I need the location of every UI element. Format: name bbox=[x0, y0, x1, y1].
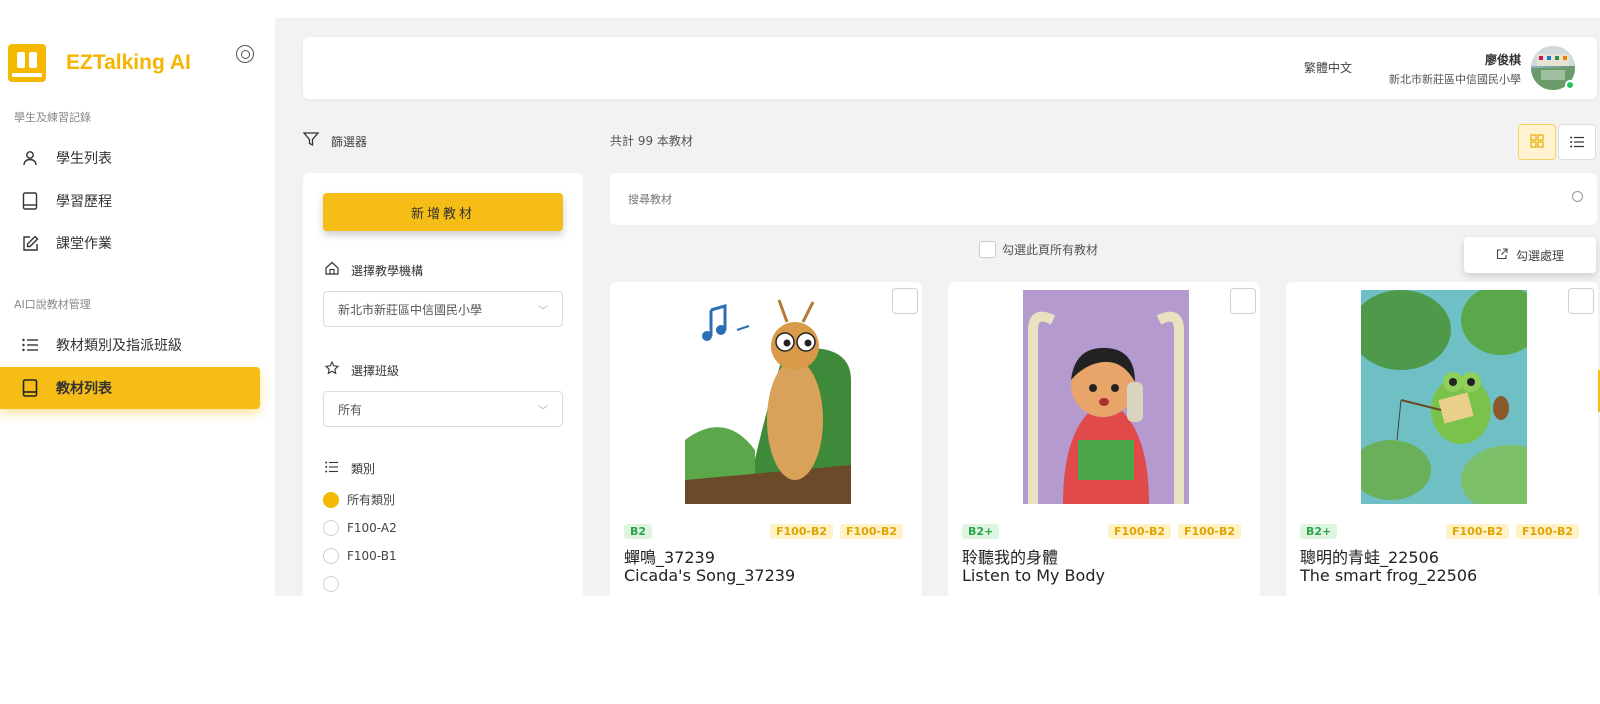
section-label-materials: AI口說教材管理 bbox=[14, 298, 91, 311]
grid-view-button[interactable] bbox=[1518, 124, 1556, 160]
list-icon bbox=[1569, 133, 1585, 152]
category-option-f100-a2[interactable]: F100-A2 bbox=[323, 520, 397, 536]
material-card[interactable]: B2 F100-B2 F100-B2 蟬鳴_37239 Cicada's Son… bbox=[610, 282, 922, 596]
section-label-students: 學生及練習記錄 bbox=[14, 111, 91, 124]
sidebar-item-label: 課堂作業 bbox=[56, 236, 112, 252]
filter-title-label: 篩選器 bbox=[331, 134, 368, 149]
category-badge: F100-B2 bbox=[770, 524, 834, 539]
language-selector[interactable]: 繁體中文 bbox=[1304, 59, 1352, 76]
card-subtitle: Listen to My Body bbox=[962, 566, 1105, 585]
external-link-icon bbox=[1496, 247, 1508, 263]
sidebar-item-label: 學習歷程 bbox=[56, 194, 112, 210]
sidebar-item-material-categories[interactable]: 教材類別及指派班級 bbox=[14, 327, 259, 363]
card-title: 蟬鳴_37239 bbox=[624, 548, 715, 567]
cicada-illustration bbox=[685, 290, 851, 504]
category-badge: F100-B2 bbox=[1108, 524, 1172, 539]
eztalking-logo-icon bbox=[8, 44, 46, 82]
level-badge: B2+ bbox=[962, 524, 1000, 539]
institution-select-value: 新北市新莊區中信國民小學 bbox=[338, 302, 483, 317]
category-option-label: F100-B1 bbox=[347, 549, 397, 563]
user-school: 新北市新莊區中信國民小學 bbox=[1389, 73, 1521, 86]
class-label: 選擇班級 bbox=[323, 360, 400, 379]
category-label: 類別 bbox=[323, 460, 375, 477]
book-icon bbox=[20, 191, 40, 211]
chevron-down-icon: ﹀ bbox=[538, 406, 548, 417]
sidebar-item-label: 學生列表 bbox=[56, 151, 112, 167]
edit-icon bbox=[20, 233, 40, 253]
app-window: EZTalking AI 學生及練習記錄 學生列表 學習歷程 課堂作業 AI口說… bbox=[0, 18, 1600, 596]
category-badge: F100-B2 bbox=[1446, 524, 1510, 539]
user-icon bbox=[20, 148, 40, 168]
book-icon bbox=[20, 378, 40, 398]
radio-selected[interactable] bbox=[323, 491, 339, 508]
frog-illustration bbox=[1361, 290, 1527, 504]
category-option-all[interactable]: 所有類別 bbox=[323, 491, 395, 508]
list-view-button[interactable] bbox=[1558, 124, 1596, 160]
user-name: 廖俊棋 bbox=[1484, 53, 1521, 67]
material-card[interactable]: B2+ F100-B2 F100-B2 聰明的青蛙_22506 The smar… bbox=[1286, 282, 1598, 596]
sidebar-item-learning-history[interactable]: 學習歷程 bbox=[14, 183, 259, 219]
star-icon bbox=[323, 360, 341, 379]
radio-unselected[interactable] bbox=[323, 576, 339, 592]
category-option-partial[interactable] bbox=[323, 576, 347, 592]
category-label-text: 類別 bbox=[351, 462, 376, 476]
category-option-f100-b1[interactable]: F100-B1 bbox=[323, 548, 397, 564]
list-icon bbox=[20, 335, 40, 355]
radio-unselected[interactable] bbox=[323, 548, 339, 564]
class-select-value: 所有 bbox=[338, 402, 363, 417]
batch-process-button[interactable]: 勾選處理 bbox=[1464, 237, 1596, 273]
online-status-dot bbox=[1565, 80, 1575, 90]
category-badge: F100-B2 bbox=[1516, 524, 1580, 539]
category-option-label: F100-A2 bbox=[347, 521, 397, 535]
card-title: 聰明的青蛙_22506 bbox=[1300, 548, 1439, 567]
top-header: 繁體中文 廖俊棋 新北市新莊區中信國民小學 bbox=[303, 37, 1597, 99]
radio-unselected[interactable] bbox=[323, 520, 339, 536]
category-badge: F100-B2 bbox=[840, 524, 904, 539]
add-material-button[interactable]: 新增教材 bbox=[323, 193, 563, 231]
search-bar[interactable] bbox=[610, 173, 1597, 225]
sidebar: EZTalking AI 學生及練習記錄 學生列表 學習歷程 課堂作業 AI口說… bbox=[0, 18, 275, 596]
select-all-checkbox[interactable] bbox=[979, 241, 996, 258]
filter-title: 篩選器 bbox=[302, 131, 368, 151]
brand[interactable]: EZTalking AI bbox=[8, 44, 191, 82]
sidebar-item-label: 教材列表 bbox=[56, 381, 112, 397]
level-badge: B2+ bbox=[1300, 524, 1338, 539]
card-subtitle: The smart frog_22506 bbox=[1300, 566, 1478, 585]
card-title: 聆聽我的身體 bbox=[962, 548, 1059, 567]
brand-name: EZTalking AI bbox=[66, 51, 191, 74]
search-icon[interactable] bbox=[1572, 191, 1583, 202]
sidebar-item-material-list[interactable]: 教材列表 bbox=[0, 367, 260, 409]
girl-listening-illustration bbox=[1023, 290, 1189, 504]
class-label-text: 選擇班級 bbox=[351, 363, 400, 378]
grid-icon bbox=[1530, 133, 1544, 152]
home-icon bbox=[323, 261, 341, 279]
category-option-label: 所有類別 bbox=[347, 493, 396, 507]
institution-label-text: 選擇教學機構 bbox=[351, 263, 424, 278]
sidebar-item-student-list[interactable]: 學生列表 bbox=[14, 140, 259, 176]
chevron-down-icon: ﹀ bbox=[538, 306, 548, 317]
list-icon bbox=[323, 461, 341, 477]
card-checkbox[interactable] bbox=[892, 288, 918, 314]
settings-icon[interactable] bbox=[236, 45, 254, 63]
level-badge: B2 bbox=[624, 524, 653, 539]
filter-icon bbox=[302, 131, 320, 151]
card-subtitle: Cicada's Song_37239 bbox=[624, 566, 796, 585]
category-badge: F100-B2 bbox=[1178, 524, 1242, 539]
material-count: 共計 99 本教材 bbox=[610, 134, 693, 148]
sidebar-item-label: 教材類別及指派班級 bbox=[56, 338, 182, 354]
class-select[interactable]: 所有 ﹀ bbox=[323, 391, 563, 427]
institution-label: 選擇教學機構 bbox=[323, 261, 423, 279]
batch-process-label: 勾選處理 bbox=[1515, 248, 1564, 263]
filter-panel: 新增教材 選擇教學機構 新北市新莊區中信國民小學 ﹀ 選擇班級 所有 ﹀ 類別 bbox=[303, 173, 583, 596]
select-all-checkbox-row[interactable]: 勾選此頁所有教材 bbox=[979, 241, 1098, 258]
search-input[interactable] bbox=[628, 192, 1508, 206]
material-card[interactable]: B2+ F100-B2 F100-B2 聆聽我的身體 Listen to My … bbox=[948, 282, 1260, 596]
card-checkbox[interactable] bbox=[1230, 288, 1256, 314]
select-all-label: 勾選此頁所有教材 bbox=[1002, 243, 1099, 257]
sidebar-item-class-assignments[interactable]: 課堂作業 bbox=[14, 225, 259, 261]
institution-select[interactable]: 新北市新莊區中信國民小學 ﹀ bbox=[323, 291, 563, 327]
card-checkbox[interactable] bbox=[1568, 288, 1594, 314]
